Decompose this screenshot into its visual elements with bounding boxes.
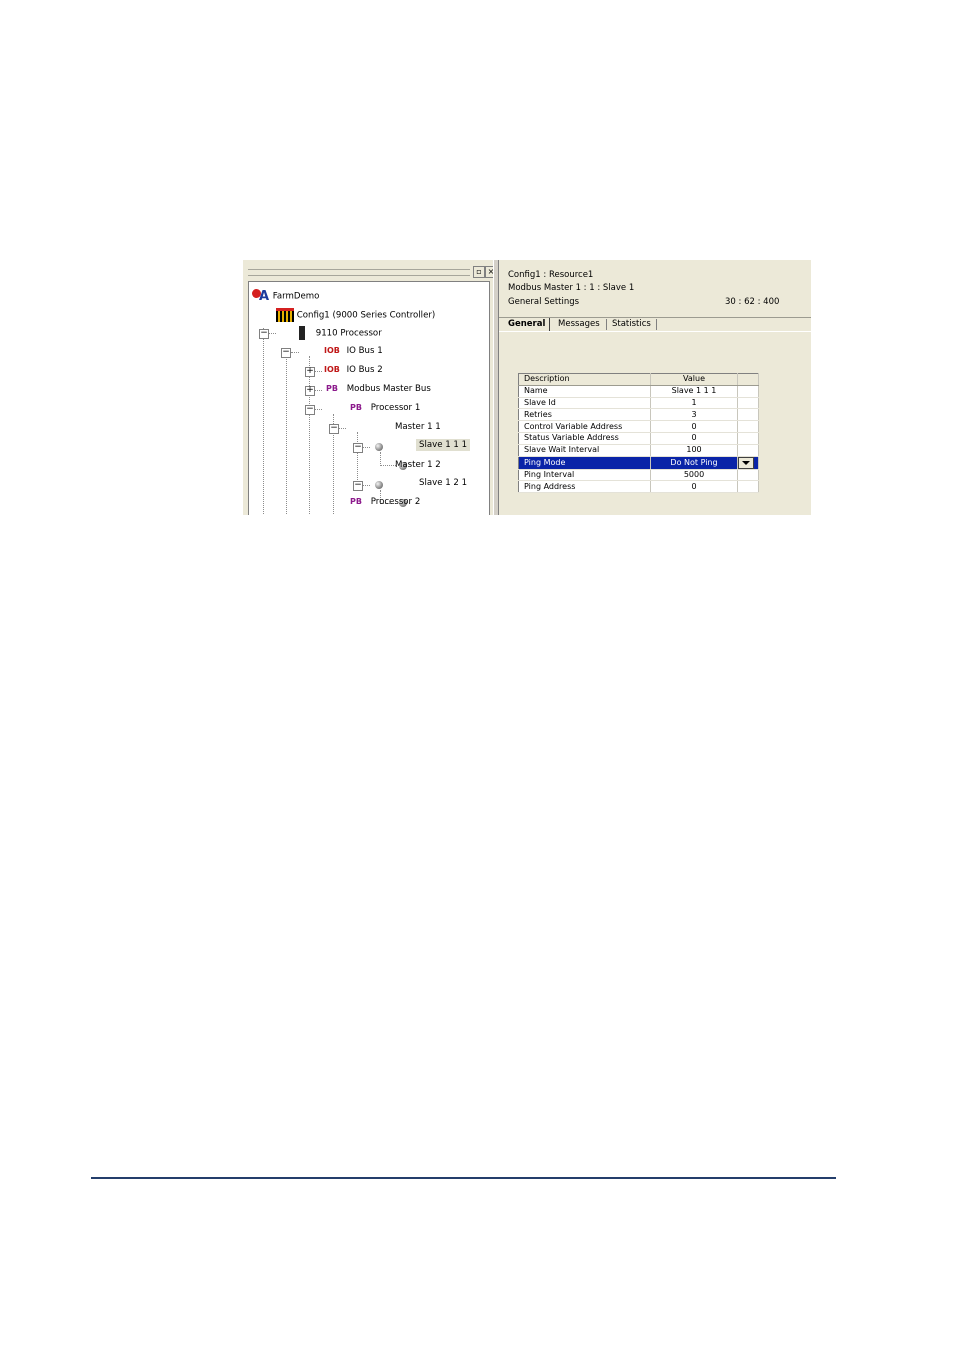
property-row[interactable]: Status Variable Address 0: [518, 432, 759, 445]
tree-item-modbus-bus[interactable]: PB Modbus Master Bus: [326, 383, 431, 395]
property-row[interactable]: Retries 3: [518, 408, 759, 422]
farm-logo-icon: A: [252, 289, 270, 303]
controller-icon: [276, 308, 294, 322]
ping-mode-value: Do Not Ping: [670, 457, 718, 467]
tree-label-io-bus-1: IO Bus 1: [346, 346, 383, 356]
tree-item-io-bus-1[interactable]: IOB IO Bus 1: [324, 345, 383, 357]
pane-grip[interactable]: [248, 269, 470, 276]
collapse-icon[interactable]: −: [281, 348, 291, 358]
property-name: Name: [518, 385, 651, 398]
pb-badge-icon: PB: [326, 384, 338, 393]
tree-label-master-1-1: Master 1 1: [395, 422, 441, 432]
expand-icon[interactable]: +: [305, 367, 315, 377]
property-row[interactable]: Ping Interval 5000: [518, 469, 759, 482]
master-node-icon: [375, 443, 383, 451]
property-grid: Description Value Name Slave 1 1 1 Slave…: [518, 373, 759, 494]
processor-module-icon: [299, 326, 305, 340]
tree-pane: ▫ × A FarmDemo − Config1 (9000 Series Co…: [243, 260, 497, 515]
header-subpath: Modbus Master 1 : 1 : Slave 1: [508, 283, 635, 293]
tree-label-io-bus-2: IO Bus 2: [346, 365, 383, 375]
tree-label-slave-1-2-1: Slave 1 2 1: [419, 478, 468, 488]
pin-icon[interactable]: ▫: [473, 266, 485, 278]
property-value[interactable]: 0: [650, 420, 738, 433]
collapse-icon[interactable]: −: [353, 443, 363, 453]
tree-label-processor: 9110 Processor: [315, 328, 382, 339]
tree-item-processor[interactable]: 9110 Processor: [299, 326, 382, 340]
property-value[interactable]: Slave 1 1 1: [650, 385, 738, 398]
iob-badge-icon: IOB: [324, 346, 340, 355]
property-value[interactable]: 3: [650, 408, 738, 422]
header-coords: 30 : 62 : 400: [725, 297, 780, 307]
property-name: Control Variable Address: [518, 420, 651, 433]
expand-icon[interactable]: +: [305, 386, 315, 396]
property-name: Ping Interval: [518, 469, 651, 482]
tree-item-master-1-2[interactable]: Master 1 2: [395, 459, 441, 471]
iob-badge-icon: IOB: [324, 365, 340, 374]
project-tree: A FarmDemo − Config1 (9000 Series Contro…: [248, 281, 490, 515]
property-value[interactable]: 1: [650, 397, 738, 410]
tree-label-processor-2: Processor 2: [370, 497, 421, 507]
property-name: Retries: [518, 408, 651, 422]
pb-badge-icon: PB: [350, 403, 362, 412]
tree-item-slave-1-2-1[interactable]: Slave 1 2 1: [419, 477, 467, 489]
property-row[interactable]: Slave Wait Interval 100: [518, 444, 759, 457]
property-name: Ping Address: [518, 480, 651, 494]
tab-separator: [656, 319, 657, 330]
collapse-icon[interactable]: −: [353, 481, 363, 491]
tree-label-slave-1-1-1: Slave 1 1 1: [416, 439, 471, 451]
tree-pane-titlebar: ▫ ×: [248, 266, 497, 278]
header-path: Config1 : Resource1: [508, 270, 594, 280]
column-header-description[interactable]: Description: [518, 373, 651, 386]
collapse-icon[interactable]: −: [329, 424, 339, 434]
property-name: Ping Mode: [518, 456, 651, 470]
pb-badge-icon: PB: [350, 497, 362, 506]
collapse-icon[interactable]: −: [259, 329, 269, 339]
property-row[interactable]: Ping Address 0: [518, 480, 759, 494]
tab-messages[interactable]: Messages: [554, 318, 604, 331]
property-row[interactable]: Control Variable Address 0: [518, 420, 759, 433]
ping-mode-select[interactable]: Do Not Ping: [650, 456, 738, 470]
tree-item-config[interactable]: Config1 (9000 Series Controller): [276, 308, 435, 322]
tab-general[interactable]: General: [504, 318, 551, 331]
tab-separator: [606, 319, 607, 330]
tab-statistics[interactable]: Statistics: [608, 318, 655, 331]
tree-item-io-bus-2[interactable]: IOB IO Bus 2: [324, 364, 383, 376]
tree-item-processor-1[interactable]: PB Processor 1: [350, 402, 420, 414]
tree-label-master-1-2: Master 1 2: [395, 460, 441, 470]
tree-label-modbus-bus: Modbus Master Bus: [346, 384, 431, 394]
page-footer-rule: [91, 1177, 836, 1179]
tree-item-slave-1-1-1[interactable]: Slave 1 1 1: [416, 439, 471, 451]
collapse-icon[interactable]: −: [305, 405, 315, 415]
header-section: General Settings: [508, 297, 580, 307]
tree-item-root[interactable]: A FarmDemo: [252, 289, 319, 303]
property-name: Slave Id: [518, 397, 651, 410]
tree-label-root: FarmDemo: [272, 291, 320, 302]
property-name: Slave Wait Interval: [518, 444, 651, 457]
property-row-selected[interactable]: Ping Mode Do Not Ping: [518, 456, 759, 470]
tree-label-processor-1: Processor 1: [370, 403, 421, 413]
property-row[interactable]: Name Slave 1 1 1: [518, 385, 759, 398]
properties-pane: Config1 : Resource1 Modbus Master 1 : 1 …: [499, 260, 811, 515]
property-row[interactable]: Slave Id 1: [518, 397, 759, 410]
property-value[interactable]: 5000: [650, 469, 738, 482]
tab-strip-highlight: [499, 331, 811, 332]
column-header-value[interactable]: Value: [650, 373, 738, 386]
property-value[interactable]: 0: [650, 432, 738, 445]
tree-label-config: Config1 (9000 Series Controller): [296, 310, 436, 321]
tree-item-processor-2[interactable]: PB Processor 2: [350, 496, 420, 508]
column-header-filler: [737, 373, 759, 386]
chevron-down-icon[interactable]: [738, 456, 754, 469]
tree-item-master-1-1[interactable]: Master 1 1: [395, 421, 441, 433]
screenshot-window: ▫ × A FarmDemo − Config1 (9000 Series Co…: [243, 260, 811, 515]
property-value[interactable]: 100: [650, 444, 738, 457]
property-name: Status Variable Address: [518, 432, 651, 445]
property-value[interactable]: 0: [650, 480, 738, 494]
master-node-icon: [375, 481, 383, 489]
